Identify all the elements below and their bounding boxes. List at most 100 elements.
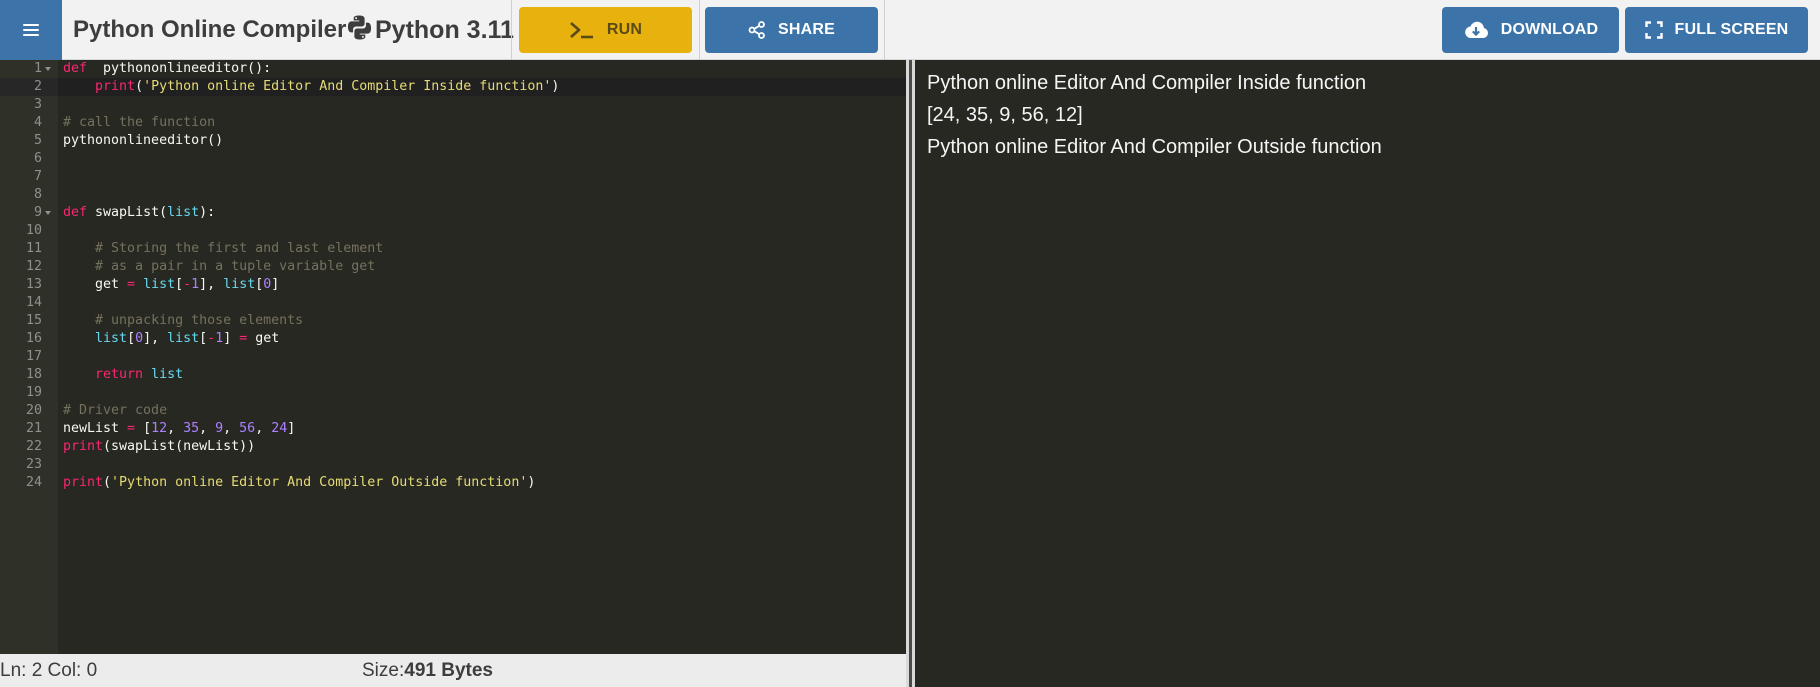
- code-token: ,: [223, 421, 240, 436]
- line-number: 10: [25, 223, 42, 238]
- code-token: 'Python online Editor And Compiler Outsi…: [111, 475, 528, 490]
- code-text: # Driver code: [63, 402, 167, 420]
- fold-arrow-icon[interactable]: [45, 211, 51, 215]
- code-line[interactable]: 5 pythononlineeditor(): [0, 132, 906, 150]
- code-line[interactable]: 4 # call the function: [0, 114, 906, 132]
- line-number: 13: [25, 277, 42, 292]
- code-line[interactable]: 13 get = list[-1], list[0]: [0, 276, 906, 294]
- code-line[interactable]: 15 # unpacking those elements: [0, 312, 906, 330]
- code-token: ): [551, 79, 560, 94]
- full-screen-label: FULL SCREEN: [1674, 21, 1789, 38]
- cloud-download-icon: [1463, 20, 1489, 40]
- hamburger-menu-button[interactable]: [0, 0, 62, 60]
- line-number: 8: [33, 187, 42, 202]
- code-token: 1: [215, 331, 224, 346]
- code-token: list: [95, 331, 128, 346]
- code-line[interactable]: 3: [0, 96, 906, 114]
- code-token: ]: [223, 331, 240, 346]
- download-label: DOWNLOAD: [1500, 21, 1599, 38]
- code-token: [: [199, 331, 208, 346]
- code-line[interactable]: 1 def pythononlineeditor():: [0, 60, 906, 78]
- run-label: RUN: [606, 21, 643, 38]
- line-number: 22: [25, 439, 42, 454]
- code-token: 'Python online Editor And Compiler Insid…: [143, 79, 552, 94]
- code-text: print(swapList(newList)): [63, 438, 255, 456]
- divider: [699, 0, 700, 60]
- code-text: # unpacking those elements: [63, 312, 303, 330]
- code-lines[interactable]: 1 def pythononlineeditor(): 2 print('Pytho…: [0, 60, 906, 492]
- code-token: -: [207, 331, 216, 346]
- code-line[interactable]: 19: [0, 384, 906, 402]
- output-line: [24, 35, 9, 56, 12]: [927, 104, 1083, 126]
- code-token: # call the function: [63, 115, 216, 130]
- code-line[interactable]: 23: [0, 456, 906, 474]
- code-token: ,: [167, 421, 184, 436]
- panel-resize-handle[interactable]: [906, 60, 915, 687]
- fold-arrow-icon[interactable]: [45, 67, 51, 71]
- share-icon: [748, 21, 766, 39]
- code-line[interactable]: 21 newList = [12, 35, 9, 56, 24]: [0, 420, 906, 438]
- full-screen-button[interactable]: FULL SCREEN: [1625, 7, 1808, 53]
- code-text: newList = [12, 35, 9, 56, 24]: [63, 420, 295, 438]
- code-token: -: [183, 277, 192, 292]
- code-line[interactable]: 17: [0, 348, 906, 366]
- app-title: Python Online Compiler: [73, 16, 347, 43]
- code-line[interactable]: 10: [0, 222, 906, 240]
- code-line[interactable]: 22 print(swapList(newList)): [0, 438, 906, 456]
- run-button[interactable]: RUN: [519, 7, 692, 53]
- code-line[interactable]: 11 # Storing the first and last element: [0, 240, 906, 258]
- code-line[interactable]: 16 list[0], list[-1] = get: [0, 330, 906, 348]
- code-editor[interactable]: 1 def pythononlineeditor(): 2 print('Pytho…: [0, 60, 906, 654]
- expand-icon: [1644, 21, 1663, 39]
- line-number: 14: [25, 295, 42, 310]
- share-button[interactable]: SHARE: [705, 7, 878, 53]
- file-size-label: Size:: [362, 660, 405, 681]
- line-number: 5: [33, 133, 42, 148]
- code-token: # Storing the first and last element: [95, 241, 384, 256]
- python-version-label: Python 3.11: [375, 15, 514, 44]
- code-token: list: [167, 331, 200, 346]
- code-line[interactable]: 8: [0, 186, 906, 204]
- code-token: (: [135, 79, 144, 94]
- code-line[interactable]: 12 # as a pair in a tuple variable get: [0, 258, 906, 276]
- code-token: get: [247, 331, 280, 346]
- code-line[interactable]: 18 return list: [0, 366, 906, 384]
- code-line[interactable]: 24 print('Python online Editor And Compil…: [0, 474, 906, 492]
- output-line: Python online Editor And Compiler Inside…: [927, 72, 1367, 94]
- code-token: def: [63, 205, 88, 220]
- divider: [511, 0, 512, 60]
- line-number: 2: [33, 79, 42, 94]
- code-line[interactable]: 6: [0, 150, 906, 168]
- code-token: list: [223, 277, 256, 292]
- code-token: get: [63, 277, 128, 292]
- line-number: 3: [33, 97, 42, 112]
- code-line[interactable]: 20 # Driver code: [0, 402, 906, 420]
- code-line[interactable]: 9 def swapList(list):: [0, 204, 906, 222]
- code-line[interactable]: 2 print('Python online Editor And Compil…: [0, 78, 906, 96]
- code-token: [: [135, 421, 152, 436]
- file-size-value: 491 Bytes: [404, 660, 493, 681]
- line-number: 17: [25, 349, 42, 364]
- code-token: [: [175, 277, 184, 292]
- code-text: print('Python online Editor And Compiler…: [63, 78, 559, 96]
- line-number: 23: [25, 457, 42, 472]
- code-token: def: [63, 61, 88, 76]
- code-token: 9: [215, 421, 224, 436]
- code-token: ): [527, 475, 536, 490]
- code-token: ]: [271, 277, 280, 292]
- hamburger-icon: [23, 24, 39, 37]
- code-token: list: [167, 205, 200, 220]
- code-token: =: [127, 277, 136, 292]
- cursor-position: Ln: 2 Col: 0: [0, 660, 98, 681]
- code-token: 24: [271, 421, 288, 436]
- code-token: list: [143, 277, 176, 292]
- code-line[interactable]: 14: [0, 294, 906, 312]
- code-text: # call the function: [63, 114, 215, 132]
- download-button[interactable]: DOWNLOAD: [1442, 7, 1619, 53]
- code-line[interactable]: 7: [0, 168, 906, 186]
- code-token: ],: [199, 277, 224, 292]
